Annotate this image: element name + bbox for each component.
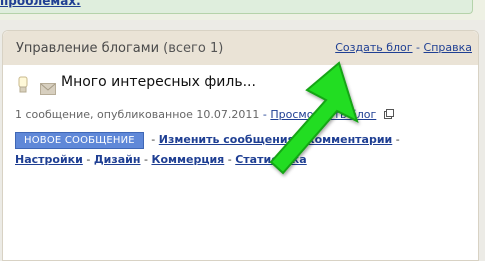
monetize-link[interactable]: Коммерция: [151, 153, 224, 166]
green-arrow-icon: [269, 61, 359, 175]
new-post-button[interactable]: НОВОЕ СООБЩЕНИЕ: [15, 132, 144, 149]
blog-row: Много интересных филь...: [16, 74, 476, 96]
external-link-icon[interactable]: [383, 108, 394, 122]
panel-header: Управление блогами (всего 1) Создать бло…: [3, 31, 478, 65]
lamp-icon: [17, 76, 29, 98]
sep-1: -: [151, 133, 156, 146]
settings-link[interactable]: Настройки: [15, 153, 83, 166]
sep-6: -: [227, 153, 232, 166]
blog-meta-text: 1 сообщение, опубликованное 10.07.2011: [15, 108, 260, 121]
sep-4: -: [86, 153, 91, 166]
panel-title: Управление блогами (всего 1): [16, 41, 223, 56]
design-link[interactable]: Дизайн: [94, 153, 141, 166]
create-blog-link[interactable]: Создать блог: [335, 41, 412, 54]
panel-title-text: Управление блогами: [16, 41, 160, 56]
sep-3: -: [395, 133, 400, 146]
blog-title[interactable]: Много интересных филь...: [61, 74, 256, 90]
header-links: Создать блог - Справка: [335, 41, 472, 54]
alert-link[interactable]: проблемах.: [0, 0, 81, 8]
blogs-panel: Управление блогами (всего 1) Создать бло…: [2, 30, 479, 261]
blog-count: (всего 1): [163, 41, 224, 56]
sep-5: -: [143, 153, 148, 166]
mail-icon: [40, 80, 56, 99]
help-link[interactable]: Справка: [424, 41, 472, 54]
separator: -: [416, 41, 421, 54]
alert-bar: проблемах.: [0, 0, 473, 14]
